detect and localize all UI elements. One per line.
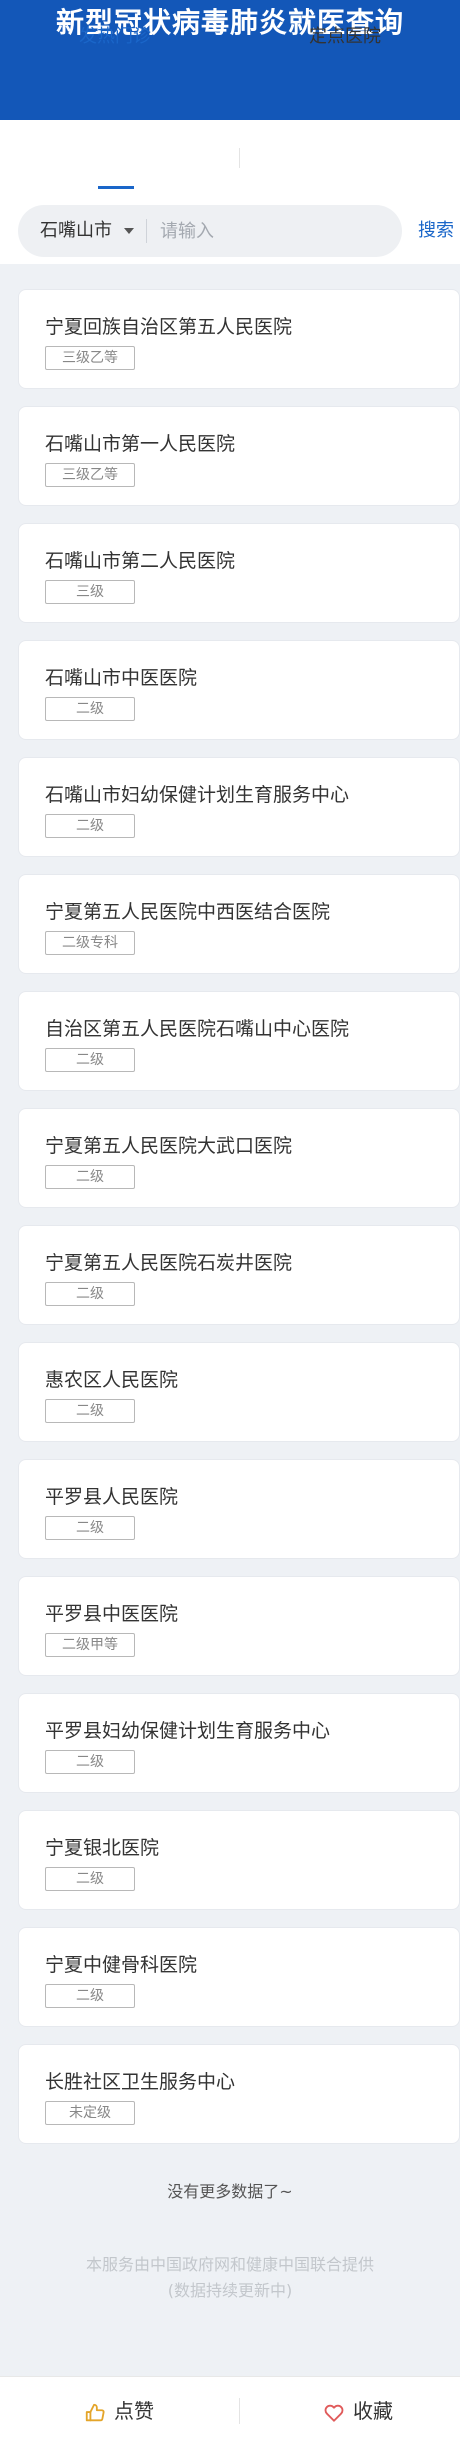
hospital-card[interactable]: 宁夏第五人民医院石炭井医院 二级 [18,1225,460,1325]
service-note-line-2: (数据持续更新中) [167,2281,293,2300]
hospital-card[interactable]: 长胜社区卫生服务中心 未定级 [18,2044,460,2144]
active-tab-indicator [98,186,134,189]
tab-bar [0,120,460,198]
hospital-card[interactable]: 惠农区人民医院 二级 [18,1342,460,1442]
hospital-level-badge: 二级 [45,1282,135,1306]
hospital-level-badge: 未定级 [45,2101,135,2125]
hospital-level-badge: 二级 [45,1399,135,1423]
hospital-name: 平罗县中医医院 [45,1603,179,1625]
hospital-card[interactable]: 平罗县人民医院 二级 [18,1459,460,1559]
search-input[interactable] [160,214,390,248]
tab-divider [239,148,240,168]
hospital-level-badge: 二级 [45,697,135,721]
hospital-name: 宁夏第五人民医院中西医结合医院 [45,901,331,923]
hospital-name: 石嘴山市第一人民医院 [45,433,236,455]
list-end-text: 没有更多数据了~ [167,2182,293,2201]
search-button[interactable]: 搜索 [418,219,454,243]
thumbs-up-icon [84,2399,114,2423]
hospital-name: 宁夏第五人民医院大武口医院 [45,1135,293,1157]
service-note-line-1: 本服务由中国政府网和健康中国联合提供 [85,2255,374,2274]
hospital-name: 平罗县人民医院 [45,1486,179,1508]
hospital-level-badge: 二级 [45,1516,135,1540]
hospital-name: 石嘴山市中医医院 [45,667,198,689]
favorite-label: 收藏 [353,2399,393,2423]
hospital-name: 宁夏第五人民医院石炭井医院 [45,1252,293,1274]
hospital-name: 惠农区人民医院 [45,1369,179,1391]
hospital-card[interactable]: 平罗县中医医院 二级甲等 [18,1576,460,1676]
hospital-level-badge: 二级 [45,1165,135,1189]
heart-icon [323,2399,353,2423]
hospital-card[interactable]: 石嘴山市第一人民医院 三级乙等 [18,406,460,506]
favorite-button[interactable]: 收藏 [323,2396,393,2426]
like-button[interactable]: 点赞 [84,2396,154,2426]
caret-down-icon[interactable] [124,228,134,234]
bottom-bar-divider [239,2398,240,2424]
hospital-level-badge: 二级 [45,814,135,838]
hospital-card[interactable]: 石嘴山市第二人民医院 三级 [18,523,460,623]
hospital-card[interactable]: 宁夏银北医院 二级 [18,1810,460,1910]
hospital-level-badge: 二级 [45,1750,135,1774]
like-label: 点赞 [114,2399,154,2423]
hospital-name: 石嘴山市第二人民医院 [45,550,236,572]
hospital-level-badge: 二级 [45,1984,135,2008]
hospital-card[interactable]: 石嘴山市中医医院 二级 [18,640,460,740]
hospital-level-badge: 二级甲等 [45,1633,135,1657]
hospital-name: 宁夏回族自治区第五人民医院 [45,316,293,338]
hospital-name: 长胜社区卫生服务中心 [45,2071,236,2093]
service-note: 本服务由中国政府网和健康中国联合提供 (数据持续更新中) [0,2252,460,2304]
hospital-level-badge: 二级 [45,1048,135,1072]
hospital-card[interactable]: 自治区第五人民医院石嘴山中心医院 二级 [18,991,460,1091]
hospital-name: 宁夏中健骨科医院 [45,1954,198,1976]
hospital-card[interactable]: 宁夏回族自治区第五人民医院 三级乙等 [18,289,460,389]
hospital-level-badge: 三级乙等 [45,346,135,370]
hospital-card[interactable]: 宁夏第五人民医院大武口医院 二级 [18,1108,460,1208]
hospital-card[interactable]: 石嘴山市妇幼保健计划生育服务中心 二级 [18,757,460,857]
tab-fever-clinic[interactable]: 发热门诊 [0,22,230,52]
hospital-card[interactable]: 宁夏第五人民医院中西医结合医院 二级专科 [18,874,460,974]
hospital-card[interactable]: 宁夏中健骨科医院 二级 [18,1927,460,2027]
hospital-level-badge: 三级 [45,580,135,604]
city-dropdown[interactable]: 石嘴山市 [40,219,112,243]
hospital-name: 平罗县妇幼保健计划生育服务中心 [45,1720,331,1742]
hospital-name: 石嘴山市妇幼保健计划生育服务中心 [45,784,350,806]
hospital-card[interactable]: 平罗县妇幼保健计划生育服务中心 二级 [18,1693,460,1793]
hospital-level-badge: 二级专科 [45,931,135,955]
hospital-name: 宁夏银北医院 [45,1837,160,1859]
hospital-level-badge: 二级 [45,1867,135,1891]
tab-designated-hospital[interactable]: 定点医院 [230,22,460,52]
hospital-name: 自治区第五人民医院石嘴山中心医院 [45,1018,350,1040]
hospital-level-badge: 三级乙等 [45,463,135,487]
search-separator [146,219,147,243]
